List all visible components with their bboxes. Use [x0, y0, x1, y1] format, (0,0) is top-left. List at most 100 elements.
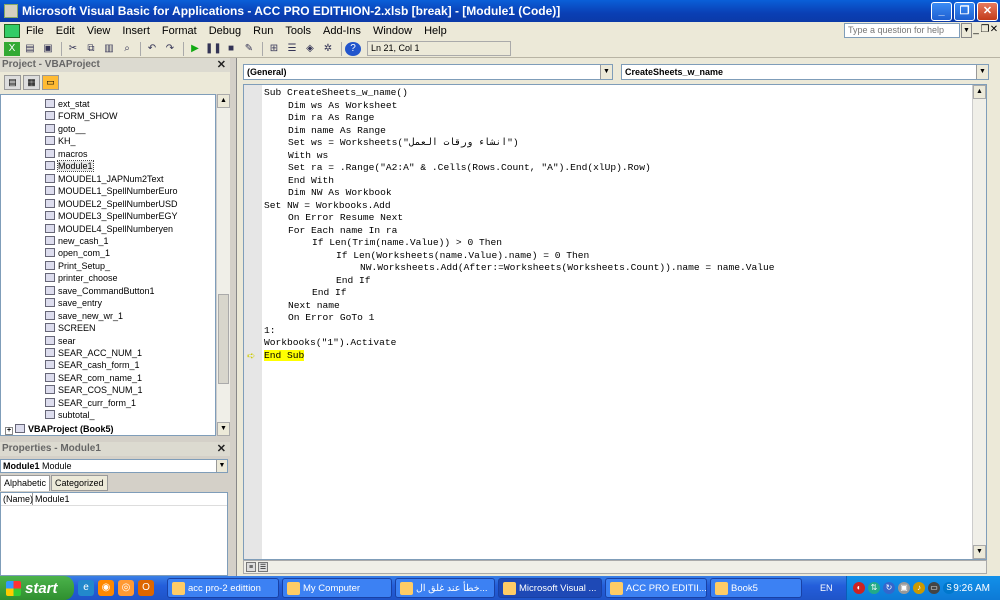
menu-run[interactable]: Run	[247, 25, 279, 37]
current-code-line[interactable]: End Sub	[264, 349, 305, 363]
mdi-close-button[interactable]: ✕	[989, 24, 999, 35]
antivirus-icon[interactable]: ◐	[853, 582, 865, 594]
tree-item-open-com-1[interactable]: open_com_1	[45, 247, 110, 259]
tree-item-ext-stat[interactable]: ext_stat	[45, 98, 90, 110]
tree-item-macros[interactable]: macros	[45, 148, 88, 160]
device-icon[interactable]: ▣	[898, 582, 910, 594]
taskbar-task[interactable]: Microsoft Visual ...	[498, 578, 602, 598]
full-module-view-icon[interactable]: ☰	[258, 562, 268, 572]
procedure-view-icon[interactable]: ≡	[246, 562, 256, 572]
menu-insert[interactable]: Insert	[116, 25, 156, 37]
menu-debug[interactable]: Debug	[203, 25, 247, 37]
tab-alphabetic[interactable]: Alphabetic	[0, 475, 51, 491]
tree-item-sear-acc-num-1[interactable]: SEAR_ACC_NUM_1	[45, 347, 142, 359]
menu-file[interactable]: File	[20, 25, 50, 37]
start-button[interactable]: start	[0, 576, 74, 600]
tree-item-subtotal[interactable]: subtotal_	[45, 409, 95, 421]
language-indicator[interactable]: EN	[816, 579, 837, 597]
media-quicklaunch-icon[interactable]: ◎	[118, 580, 134, 596]
copy-icon[interactable]: ⧉	[83, 42, 99, 56]
restore-button[interactable]: ❐	[954, 1, 975, 21]
object-selector-dropdown-icon[interactable]: ▼	[216, 460, 227, 472]
insert-module-icon[interactable]: ▤	[22, 42, 38, 56]
network-icon[interactable]: ⇅	[868, 582, 880, 594]
close-button[interactable]: ✕	[977, 1, 998, 21]
view-object-icon[interactable]: ▦	[23, 75, 40, 90]
view-excel-icon[interactable]: X	[4, 41, 20, 56]
code-line[interactable]: Dim ws As Worksheet	[288, 100, 397, 113]
code-line[interactable]: End If	[336, 275, 371, 288]
menu-window[interactable]: Window	[367, 25, 418, 37]
tree-root-vbaproject[interactable]: + VBAProject (Book5)	[5, 423, 114, 435]
tree-item-save-entry[interactable]: save_entry	[45, 297, 102, 309]
code-line[interactable]: If Len(Worksheets(name.Value).name) = 0 …	[336, 250, 589, 263]
scroll-thumb[interactable]	[218, 294, 229, 384]
tree-item-sear-cos-num-1[interactable]: SEAR_COS_NUM_1	[45, 384, 143, 396]
menu-edit[interactable]: Edit	[50, 25, 81, 37]
taskbar-task[interactable]: ACC PRO EDITII...	[605, 578, 707, 598]
tree-item-screen[interactable]: SCREEN	[45, 322, 96, 334]
procedure-combo-dropdown-icon[interactable]: ▼	[976, 65, 988, 79]
tree-item-moudel3-spellnumberegy[interactable]: MOUDEL3_SpellNumberEGY	[45, 210, 178, 222]
break-icon[interactable]: ❚❚	[205, 42, 222, 56]
update-icon[interactable]: ↻	[883, 582, 895, 594]
scroll-down-icon[interactable]: ▼	[217, 422, 230, 436]
properties-pane-close-icon[interactable]: ✕	[217, 442, 226, 456]
menu-tools[interactable]: Tools	[279, 25, 317, 37]
design-mode-icon[interactable]: ✎	[241, 42, 257, 56]
tree-item-moudel4-spellnumberyen[interactable]: MOUDEL4_SpellNumberyen	[45, 223, 173, 235]
save-icon[interactable]: ▣	[40, 42, 56, 56]
code-line[interactable]: 1:	[264, 325, 276, 338]
taskbar-task[interactable]: خطأ عند غلق ال...	[395, 578, 495, 598]
code-line[interactable]: End If	[312, 287, 347, 300]
tree-item-new-cash-1[interactable]: new_cash_1	[45, 235, 109, 247]
volume-icon[interactable]: ♪	[913, 582, 925, 594]
ie-quicklaunch-icon[interactable]: e	[78, 580, 94, 596]
menu-add-ins[interactable]: Add-Ins	[317, 25, 367, 37]
menu-view[interactable]: View	[81, 25, 117, 37]
procedure-combo[interactable]: CreateSheets_w_name ▼	[621, 64, 989, 80]
tree-item-print-setup[interactable]: Print_Setup_	[45, 260, 110, 272]
office-quicklaunch-icon[interactable]: O	[138, 580, 154, 596]
tree-item-kh[interactable]: KH_	[45, 135, 76, 147]
project-tree-scrollbar[interactable]: ▲ ▼	[216, 94, 230, 436]
tree-item-moudel1-spellnumbereuro[interactable]: MOUDEL1_SpellNumberEuro	[45, 185, 178, 197]
tree-item-module1[interactable]: Module1	[45, 160, 94, 173]
taskbar-task[interactable]: acc pro-2 edittion	[167, 578, 279, 598]
code-line[interactable]: On Error GoTo 1	[288, 312, 374, 325]
scroll-up-icon[interactable]: ▲	[973, 85, 986, 99]
taskbar-task[interactable]: Book5	[710, 578, 802, 598]
firefox-quicklaunch-icon[interactable]: ◉	[98, 580, 114, 596]
tree-item-sear-com-name-1[interactable]: SEAR_com_name_1	[45, 372, 142, 384]
code-line[interactable]: Dim name As Range	[288, 125, 386, 138]
undo-icon[interactable]: ↶	[144, 42, 160, 56]
toolbox-icon[interactable]: ✲	[320, 42, 336, 56]
code-line[interactable]: With ws	[288, 150, 328, 163]
view-code-icon[interactable]: ▤	[4, 75, 21, 90]
expand-icon[interactable]: +	[5, 427, 13, 435]
code-line[interactable]: Workbooks("1").Activate	[264, 337, 396, 350]
code-horizontal-scrollbar[interactable]: ≡ ☰	[243, 560, 987, 574]
code-line[interactable]: If Len(Trim(name.Value)) > 0 Then	[312, 237, 502, 250]
tree-item-sear[interactable]: sear	[45, 335, 76, 347]
scroll-up-icon[interactable]: ▲	[217, 94, 230, 108]
code-vertical-scrollbar[interactable]: ▲ ▼	[972, 85, 986, 559]
code-line[interactable]: Set ws = Worksheets("انشاء ورقات العمل")	[288, 137, 519, 150]
find-icon[interactable]: ⌕	[119, 42, 135, 56]
object-browser-icon[interactable]: ◈	[302, 42, 318, 56]
code-line[interactable]: Next name	[288, 300, 340, 313]
code-line[interactable]: NW.Worksheets.Add(After:=Worksheets(Work…	[360, 262, 775, 275]
tree-item-goto[interactable]: goto__	[45, 123, 86, 135]
object-selector[interactable]: Module1 Module ▼	[0, 459, 228, 473]
property-row[interactable]: (Name) Module1	[1, 493, 227, 506]
code-lines[interactable]: Sub CreateSheets_w_name() Dim ws As Works…	[264, 85, 972, 559]
tree-item-save-new-wr-1[interactable]: save_new_wr_1	[45, 310, 123, 322]
object-combo[interactable]: (General) ▼	[243, 64, 613, 80]
code-line[interactable]: Set NW = Workbooks.Add	[264, 200, 391, 213]
scroll-down-icon[interactable]: ▼	[973, 545, 986, 559]
project-explorer-icon[interactable]: ⊞	[266, 42, 282, 56]
toggle-folders-icon[interactable]: ▭	[42, 75, 59, 90]
run-icon[interactable]: ▶	[187, 42, 203, 56]
tree-item-sear-cash-form-1[interactable]: SEAR_cash_form_1	[45, 359, 140, 371]
project-pane-close-icon[interactable]: ✕	[217, 58, 226, 72]
